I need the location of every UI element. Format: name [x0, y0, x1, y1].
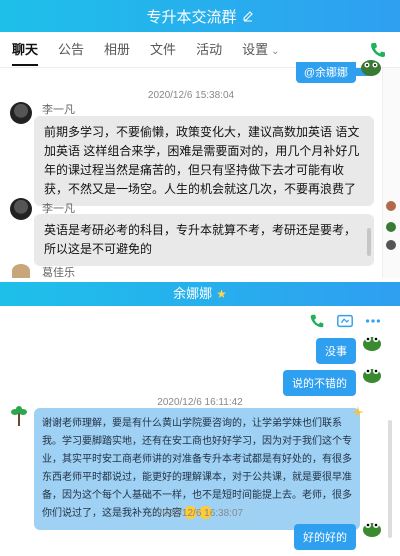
avatar[interactable] — [362, 332, 382, 352]
phone-icon[interactable] — [368, 40, 388, 60]
star-icon: ★ — [216, 287, 227, 301]
avatar[interactable] — [385, 239, 397, 251]
message-bubble[interactable]: 说的不错的 — [283, 370, 356, 396]
message-bubble[interactable]: 没事 — [316, 338, 356, 364]
message-bubble[interactable]: 好的好的 — [294, 524, 356, 550]
timestamp: 2020/12/6 16:11:42 — [157, 397, 243, 408]
more-options-icon[interactable] — [364, 312, 382, 330]
phone-icon[interactable] — [308, 312, 326, 330]
message-bubble[interactable]: 英语是考研必考的科目，专升本就算不考，考研还是要考，所以这是不可避免的 — [34, 214, 374, 266]
chat-toolbar — [308, 312, 382, 330]
tab-announcement[interactable]: 公告 — [58, 32, 84, 68]
avatar[interactable] — [10, 406, 28, 428]
sender-name: 李一凡 — [42, 104, 75, 116]
group-chat-header: 专升本交流群 — [0, 0, 400, 32]
scrollbar[interactable] — [367, 228, 371, 256]
tab-settings[interactable]: 设置 ⌄ — [242, 32, 279, 68]
edit-icon[interactable] — [242, 10, 254, 22]
chevron-down-icon: ⌄ — [271, 45, 280, 57]
sender-name: 葛佳乐 — [42, 267, 75, 279]
message-bubble[interactable]: 前期多学习，不要偷懒，政策变化大，建议高数加英语 语文加英语 这样组合来学，困难… — [34, 116, 374, 206]
sparkle-icon — [352, 406, 364, 418]
tab-chat[interactable]: 聊天 — [12, 32, 39, 68]
tab-files[interactable]: 文件 — [150, 32, 176, 68]
tab-settings-label: 设置 — [242, 41, 269, 57]
private-chat-header: 余娜娜 ★ — [0, 282, 400, 306]
timestamp: 2020/12/6 16:38:07 — [156, 508, 244, 519]
tab-activity[interactable]: 活动 — [196, 32, 222, 68]
group-title: 专升本交流群 — [146, 8, 237, 26]
scrollbar[interactable] — [388, 420, 392, 538]
tab-album[interactable]: 相册 — [104, 32, 130, 68]
avatar[interactable] — [385, 200, 397, 212]
member-avatars — [382, 200, 400, 251]
timestamp: 2020/12/6 15:38:04 — [147, 90, 235, 101]
video-call-icon[interactable] — [336, 312, 354, 330]
message-text: 谢谢老师理解，要是有什么黄山学院要咨询的，让学弟学妹也们联系我。学习要脚踏实地，… — [42, 418, 352, 519]
avatar[interactable] — [360, 58, 382, 81]
avatar[interactable] — [10, 198, 32, 220]
avatar[interactable] — [10, 102, 32, 124]
avatar[interactable] — [385, 221, 397, 233]
avatar[interactable] — [12, 264, 30, 278]
mention-bubble: @余娜娜 — [295, 62, 356, 83]
avatar[interactable] — [362, 518, 382, 538]
contact-name: 余娜娜 — [173, 286, 213, 301]
avatar[interactable] — [362, 364, 382, 384]
